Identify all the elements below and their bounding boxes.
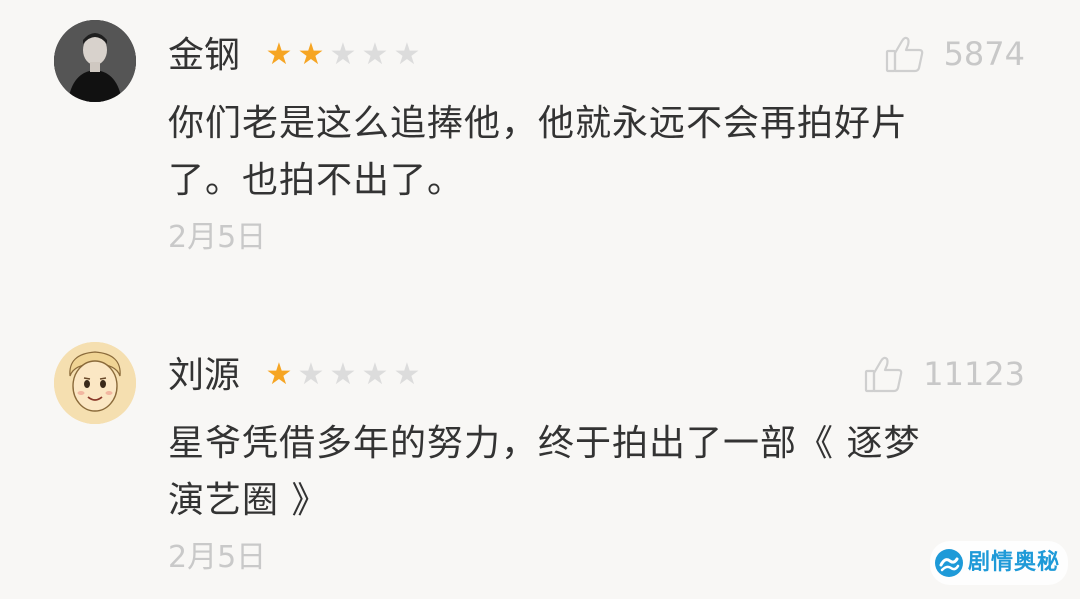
cartoon-boy-icon bbox=[54, 342, 136, 424]
star-empty-icon: ★ bbox=[329, 357, 357, 392]
watermark-text: 剧情奥秘 bbox=[967, 550, 1060, 575]
comment-text-line: 了。也拍不出了。 bbox=[168, 160, 465, 201]
star-rating: ★ ★ ★ ★ ★ bbox=[264, 360, 422, 390]
star-empty-icon: ★ bbox=[361, 37, 389, 72]
comment-date: 2月5日 bbox=[168, 540, 267, 575]
star-filled-icon: ★ bbox=[297, 37, 325, 72]
star-filled-icon: ★ bbox=[265, 357, 293, 392]
watermark: 剧情奥秘 bbox=[929, 541, 1068, 585]
comment-text-line: 星爷凭借多年的努力，终于拍出了一部《 逐梦 bbox=[168, 423, 921, 464]
star-empty-icon: ★ bbox=[393, 357, 421, 392]
star-empty-icon: ★ bbox=[361, 357, 389, 392]
avatar[interactable] bbox=[54, 20, 136, 102]
like-count: 5874 bbox=[943, 35, 1025, 73]
like-count: 11123 bbox=[923, 355, 1025, 393]
comment-text: 你们老是这么追捧他，他就永远不会再拍好片 了。也拍不出了。 bbox=[168, 95, 1008, 209]
star-filled-icon: ★ bbox=[265, 37, 293, 72]
star-empty-icon: ★ bbox=[329, 37, 357, 72]
thumbs-up-icon bbox=[884, 33, 926, 75]
username[interactable]: 刘源 bbox=[168, 354, 240, 398]
comment-text-line: 演艺圈 》 bbox=[168, 480, 329, 521]
comment-text-line: 你们老是这么追捧他，他就永远不会再拍好片 bbox=[168, 103, 909, 144]
like-button[interactable]: 5874 bbox=[884, 32, 1025, 76]
comment-date: 2月5日 bbox=[168, 220, 267, 255]
thumbs-up-icon bbox=[863, 353, 905, 395]
comment-text: 星爷凭借多年的努力，终于拍出了一部《 逐梦 演艺圈 》 bbox=[168, 415, 1008, 529]
star-empty-icon: ★ bbox=[393, 37, 421, 72]
username[interactable]: 金钢 bbox=[168, 34, 240, 78]
star-empty-icon: ★ bbox=[297, 357, 325, 392]
man-portrait-icon bbox=[54, 20, 136, 102]
comments-page: 金钢 ★ ★ ★ ★ ★ 5874 你们老是这么追捧他，他就永远不会再拍好片 了… bbox=[0, 0, 1080, 599]
star-rating: ★ ★ ★ ★ ★ bbox=[264, 40, 422, 70]
wave-logo-icon bbox=[934, 548, 964, 578]
avatar[interactable] bbox=[54, 342, 136, 424]
like-button[interactable]: 11123 bbox=[863, 352, 1025, 396]
